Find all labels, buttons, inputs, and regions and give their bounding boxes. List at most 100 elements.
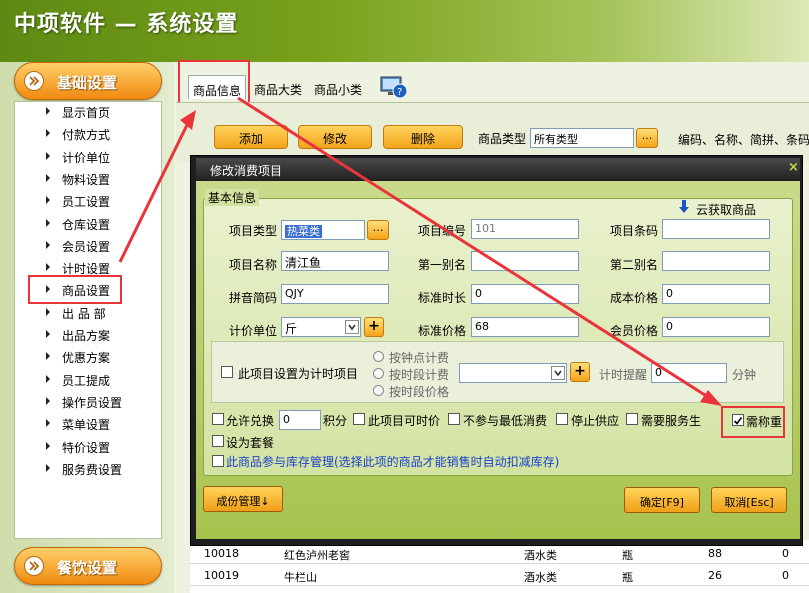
tab-goods-minor[interactable]: 商品小类 [310,75,366,99]
alias2-input[interactable] [662,251,770,271]
close-icon[interactable]: × [788,160,802,176]
need-waiter-label: 需要服务生 [641,414,702,428]
sidebar-item-label: 物料设置 [62,172,111,187]
goods-type-picker-button[interactable]: ... [636,128,658,148]
search-hint: 编码、名称、简拼、条码 [678,133,809,147]
alias1-input[interactable] [471,251,579,271]
item-code-input[interactable]: 101 [471,219,579,239]
timed-item-checkbox[interactable] [221,366,233,378]
confirm-button[interactable]: 确定[F9] [624,487,700,513]
cloud-download-icon[interactable] [678,200,690,217]
sidebar-item-2[interactable]: 计价单位 [14,146,160,168]
sidebar-item-label: 员工设置 [62,195,111,210]
sidebar-item-15[interactable]: 特价设置 [14,436,160,458]
sidebar-item-13[interactable]: 操作员设置 [14,391,160,413]
double-chevron-right-icon [24,556,44,576]
chevron-down-icon[interactable] [551,366,565,380]
stock-management-label: 此商品参与库存管理(选择此项的商品才能销售时自动扣减库存) [226,455,560,469]
fieldset-legend: 基本信息 [205,189,260,206]
cancel-button[interactable]: 取消[Esc] [711,487,787,513]
cloud-fetch-link[interactable]: 云获取商品 [696,201,756,218]
sidebar-item-10[interactable]: 出品方案 [14,324,160,346]
computer-help-icon[interactable]: ? [380,75,408,102]
points-input[interactable]: 0 [279,410,321,430]
tab-goods-major[interactable]: 商品大类 [250,75,306,99]
need-waiter-checkbox[interactable] [626,413,638,425]
sidebar-item-0[interactable]: 显示首页 [14,101,160,123]
no-min-consumption-checkbox[interactable] [448,413,460,425]
goods-type-input[interactable]: 所有类型 [530,128,634,148]
sidebar-item-16[interactable]: 服务费设置 [14,458,160,480]
triangle-right-icon [46,263,50,272]
item-type-input[interactable]: 热菜类 [281,220,365,240]
radio-period-price-label: 按时段价格 [389,385,450,399]
unit-value: 斤 [285,322,298,336]
cell-category: 酒水类 [524,571,557,584]
triangle-right-icon [46,374,50,383]
cell-code: 10018 [204,547,239,560]
item-type-picker-button[interactable]: … [367,220,389,240]
sidebar-item-label: 出品方案 [62,329,111,343]
cell-stock: 88 [708,547,722,560]
sidebar-item-6[interactable]: 会员设置 [14,235,160,257]
triangle-right-icon [46,396,50,405]
sidebar-item-1[interactable]: 付款方式 [14,123,160,145]
sidebar-item-11[interactable]: 优惠方案 [14,346,160,368]
sidebar-item-label: 付款方式 [62,128,111,143]
no-min-consumption-label: 不参与最低消费 [463,414,548,428]
table-row[interactable]: 10019 牛栏山 酒水类 瓶 26 0 [190,565,809,586]
member-price-input[interactable]: 0 [662,317,770,337]
item-barcode-input[interactable] [662,219,770,239]
reminder-input[interactable]: 0 [651,363,727,383]
stock-management-checkbox[interactable] [212,455,224,467]
pinyin-input[interactable]: QJY [281,284,389,304]
delete-button[interactable]: 删除 [383,125,463,149]
std-price-input[interactable]: 68 [471,317,579,337]
radio-period-price[interactable] [373,385,384,396]
sidebar-item-label: 优惠方案 [62,351,111,366]
time-price-checkbox[interactable] [353,413,365,425]
allow-exchange-label: 允许兑换 [226,414,275,428]
cost-price-label: 成本价格 [610,291,659,305]
sidebar-item-label: 特价设置 [62,440,111,455]
stop-supply-checkbox[interactable] [556,413,568,425]
section-label: 餐饮设置 [57,559,118,577]
table-row[interactable]: 10018 红色泸州老窖 酒水类 瓶 88 0 [190,543,809,564]
set-meal-checkbox[interactable] [212,435,224,447]
sidebar-item-label: 员工提成 [62,373,111,388]
sidebar-item-5[interactable]: 仓库设置 [14,213,160,235]
item-type-label: 项目类型 [229,224,278,238]
add-button[interactable]: 添加 [214,125,288,149]
stop-supply-label: 停止供应 [571,414,620,428]
sidebar-item-14[interactable]: 菜单设置 [14,413,160,435]
section-basic-settings-button[interactable]: 基础设置 [14,62,162,100]
triangle-right-icon [46,129,50,138]
sidebar-item-label: 菜单设置 [62,418,111,433]
triangle-right-icon [46,173,50,182]
goods-type-label: 商品类型 [478,132,527,146]
section-label: 基础设置 [57,74,118,92]
add-unit-button[interactable]: + [364,317,384,337]
sidebar-item-3[interactable]: 物料设置 [14,168,160,190]
triangle-right-icon [46,441,50,450]
std-time-input[interactable]: 0 [471,284,579,304]
chevron-down-icon[interactable] [345,320,359,334]
item-name-input[interactable]: 清江鱼 [281,251,389,271]
radio-period[interactable] [373,368,384,379]
sidebar-item-12[interactable]: 员工提成 [14,369,160,391]
unit-label: 计价单位 [229,324,278,338]
sidebar-item-9[interactable]: 出 品 部 [14,302,160,324]
cell-name: 牛栏山 [284,571,317,584]
section-dining-settings-button[interactable]: 餐饮设置 [14,547,162,585]
minute-label: 分钟 [732,368,757,382]
add-timer-plan-button[interactable]: + [570,362,590,382]
cost-price-input[interactable]: 0 [662,284,770,304]
radio-hourly[interactable] [373,351,384,362]
component-management-button[interactable]: 成份管理↓ [203,486,283,512]
triangle-right-icon [46,352,50,361]
sidebar-item-4[interactable]: 员工设置 [14,190,160,212]
allow-exchange-checkbox[interactable] [212,413,224,425]
timed-item-label: 此项目设置为计时项目 [238,367,359,381]
sidebar-item-label: 操作员设置 [62,395,123,410]
edit-button[interactable]: 修改 [298,125,372,149]
